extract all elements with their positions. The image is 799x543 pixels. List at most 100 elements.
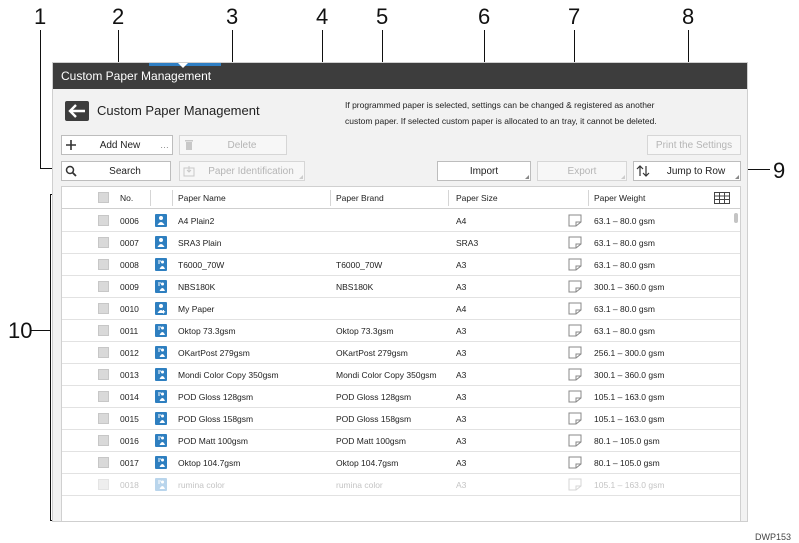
catalog-paper-icon: [155, 346, 167, 359]
paper-number: 0015: [120, 414, 139, 424]
delete-button[interactable]: Delete: [179, 135, 287, 155]
add-new-button[interactable]: Add New …: [61, 135, 173, 155]
paper-identification-label: Paper Identification: [208, 165, 294, 177]
trash-icon: [180, 139, 198, 151]
paper-size: A3: [456, 348, 467, 358]
table-row[interactable]: 0017 Oktop 104.7gsm Oktop 104.7gsm A3 80.1 –…: [62, 452, 740, 474]
row-checkbox[interactable]: [98, 281, 109, 292]
paper-number: 0006: [120, 216, 139, 226]
search-button[interactable]: Search: [61, 161, 171, 181]
column-divider: [330, 190, 331, 206]
table-row[interactable]: 0008 T6000_70W T6000_70W A3 63.1 – 80.0 gsm: [62, 254, 740, 276]
paper-weight: 300.1 – 360.0 gsm: [594, 370, 665, 380]
callout-2: 2: [112, 4, 125, 29]
table-row[interactable]: 0014 POD Gloss 128gsm POD Gloss 128gsm A3 10…: [62, 386, 740, 408]
paper-size: A3: [456, 480, 467, 490]
back-button[interactable]: [65, 101, 89, 121]
row-checkbox[interactable]: [98, 457, 109, 468]
import-button[interactable]: Import: [437, 161, 531, 181]
paper-number: 0008: [120, 260, 139, 270]
dropdown-corner-icon: [735, 175, 739, 179]
paper-name: POD Gloss 158gsm: [178, 414, 254, 424]
paper-weight: 63.1 – 80.0 gsm: [594, 260, 655, 270]
catalog-paper-icon: [155, 478, 167, 491]
paper-number: 0011: [120, 326, 139, 336]
row-checkbox[interactable]: [98, 391, 109, 402]
table-row[interactable]: 0007 SRA3 Plain SRA3 63.1 – 80.0 gsm: [62, 232, 740, 254]
callout-10: 10: [8, 318, 33, 343]
delete-label: Delete: [227, 139, 257, 151]
callout-7: 7: [568, 4, 581, 29]
table-row[interactable]: 0010 My Paper A4 63.1 – 80.0 gsm: [62, 298, 740, 320]
row-checkbox[interactable]: [98, 237, 109, 248]
paper-sheet-icon: [568, 258, 582, 271]
callout-6: 6: [478, 4, 491, 29]
table-row[interactable]: 0011 Oktop 73.3gsm Oktop 73.3gsm A3 63.1 – 8…: [62, 320, 740, 342]
row-checkbox[interactable]: [98, 215, 109, 226]
table-row[interactable]: 0006 A4 Plain2 A4 63.1 – 80.0 gsm: [62, 210, 740, 232]
row-checkbox[interactable]: [98, 259, 109, 270]
column-settings-grid-icon[interactable]: [714, 192, 730, 204]
row-checkbox[interactable]: [98, 435, 109, 446]
column-header-paper-brand[interactable]: Paper Brand: [336, 193, 384, 203]
row-checkbox[interactable]: [98, 325, 109, 336]
row-checkbox[interactable]: [98, 413, 109, 424]
paper-name: rumina color: [178, 480, 225, 490]
window-title: Custom Paper Management: [61, 69, 212, 83]
paper-name: Oktop 73.3gsm: [178, 326, 236, 336]
jump-to-row-button[interactable]: Jump to Row: [633, 161, 741, 181]
paper-weight: 80.1 – 105.0 gsm: [594, 436, 660, 446]
leader-line-10: [30, 330, 50, 331]
table-row[interactable]: 0012 OKartPost 279gsm OKartPost 279gsm A3 25…: [62, 342, 740, 364]
paper-sheet-icon: [568, 214, 582, 227]
select-all-checkbox[interactable]: [98, 192, 109, 203]
paper-name: NBS180K: [178, 282, 216, 292]
custom-paper-table: No. Paper Name Paper Brand Paper Size Pa…: [61, 186, 741, 521]
table-row[interactable]: 0009 NBS180K NBS180K A3 300.1 – 360.0 gsm: [62, 276, 740, 298]
column-header-paper-name[interactable]: Paper Name: [178, 193, 226, 203]
user-paper-icon: [155, 236, 167, 249]
paper-size: A3: [456, 282, 467, 292]
print-settings-label: Print the Settings: [655, 139, 733, 151]
user-paper-plus-icon: [155, 302, 167, 315]
paper-brand: POD Matt 100gsm: [336, 436, 406, 446]
paper-size: SRA3: [456, 238, 479, 248]
paper-weight: 105.1 – 163.0 gsm: [594, 480, 665, 490]
paper-number: 0010: [120, 304, 139, 314]
callout-1: 1: [34, 4, 47, 29]
column-header-no[interactable]: No.: [120, 193, 133, 203]
paper-brand: POD Gloss 158gsm: [336, 414, 412, 424]
table-row[interactable]: 0016 POD Matt 100gsm POD Matt 100gsm A3 80.1…: [62, 430, 740, 452]
jump-to-row-label: Jump to Row: [666, 165, 726, 177]
table-row[interactable]: 0018 rumina color rumina color A3 105.1 – 16…: [62, 474, 740, 496]
print-settings-button[interactable]: Print the Settings: [647, 135, 741, 155]
paper-size: A4: [456, 216, 467, 226]
catalog-paper-icon: [155, 258, 167, 271]
row-checkbox[interactable]: [98, 303, 109, 314]
plus-icon: [62, 139, 80, 151]
sort-arrows-icon: [634, 165, 652, 177]
paper-sheet-icon: [568, 368, 582, 381]
column-divider: [150, 190, 151, 206]
table-row[interactable]: 0013 Mondi Color Copy 350gsm Mondi Color C…: [62, 364, 740, 386]
column-header-paper-weight[interactable]: Paper Weight: [594, 193, 645, 203]
row-checkbox[interactable]: [98, 479, 109, 490]
catalog-paper-icon: [155, 280, 167, 293]
paper-number: 0013: [120, 370, 139, 380]
notice-line-1: If programmed paper is selected, setting…: [345, 100, 655, 110]
notice-line-2: custom paper. If selected custom paper i…: [345, 116, 657, 126]
callout-8: 8: [682, 4, 695, 29]
paper-size: A3: [456, 392, 467, 402]
paper-number: 0009: [120, 282, 139, 292]
catalog-paper-icon: [155, 368, 167, 381]
table-row[interactable]: 0015 POD Gloss 158gsm POD Gloss 158gsm A3 10…: [62, 408, 740, 430]
export-button[interactable]: Export: [537, 161, 627, 181]
row-checkbox[interactable]: [98, 347, 109, 358]
paper-identification-button[interactable]: Paper Identification: [179, 161, 305, 181]
column-header-paper-size[interactable]: Paper Size: [456, 193, 498, 203]
row-checkbox[interactable]: [98, 369, 109, 380]
paper-name: SRA3 Plain: [178, 238, 222, 248]
paper-weight: 105.1 – 163.0 gsm: [594, 414, 665, 424]
paper-weight: 63.1 – 80.0 gsm: [594, 304, 655, 314]
import-label: Import: [469, 165, 499, 177]
